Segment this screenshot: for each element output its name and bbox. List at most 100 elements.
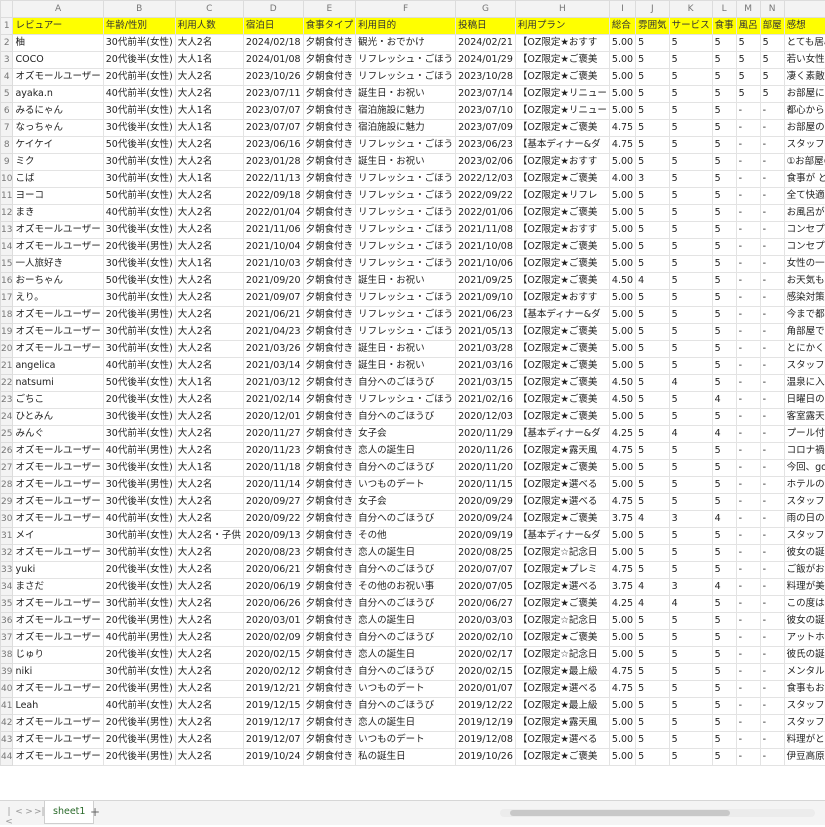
table-cell[interactable]: オズモールユーザー: [13, 494, 103, 511]
table-cell[interactable]: -: [736, 630, 760, 647]
table-cell[interactable]: 2023/07/07: [243, 120, 303, 137]
table-cell[interactable]: ミク: [13, 154, 103, 171]
table-cell[interactable]: 大人2名: [175, 341, 243, 358]
table-cell[interactable]: -: [736, 494, 760, 511]
table-cell[interactable]: 2022/12/03: [456, 171, 516, 188]
table-cell[interactable]: 2020/02/15: [243, 647, 303, 664]
table-cell[interactable]: -: [760, 494, 784, 511]
table-cell[interactable]: COCO: [13, 52, 103, 69]
table-cell[interactable]: 自分へのごほうび: [356, 511, 456, 528]
table-cell[interactable]: -: [736, 698, 760, 715]
table-cell[interactable]: 5: [636, 52, 670, 69]
table-cell[interactable]: 4.75: [609, 137, 635, 154]
table-cell[interactable]: とても居心地のよいホテルでした。料理が美味しすぎ: [784, 35, 825, 52]
table-cell[interactable]: ご飯がおいしく、のんびりと良い時間を過ごせました: [784, 562, 825, 579]
table-cell[interactable]: 夕朝食付き: [303, 749, 356, 766]
table-cell[interactable]: 5: [636, 426, 670, 443]
table-cell[interactable]: 5: [636, 664, 670, 681]
table-cell[interactable]: 大人2名: [175, 324, 243, 341]
table-cell[interactable]: 【OZ限定★ご褒美: [515, 205, 609, 222]
table-cell[interactable]: 全て快適でした。食事も大変おいしくて、女性二人で: [784, 188, 825, 205]
table-cell[interactable]: 2020/11/18: [243, 460, 303, 477]
table-cell[interactable]: まき: [13, 205, 103, 222]
table-cell[interactable]: 自分へのごほうび: [356, 562, 456, 579]
column-header[interactable]: K: [669, 1, 712, 18]
table-cell[interactable]: 自分へのごほうび: [356, 409, 456, 426]
table-cell[interactable]: 自分へのごほうび: [356, 630, 456, 647]
row-number[interactable]: 31: [1, 528, 13, 545]
table-cell[interactable]: -: [760, 579, 784, 596]
column-header[interactable]: J: [636, 1, 670, 18]
table-cell[interactable]: 温泉に入りたくて、宿泊しました。お部屋のベランダ: [784, 375, 825, 392]
row-number[interactable]: 6: [1, 103, 13, 120]
table-cell[interactable]: 2020/02/15: [456, 664, 516, 681]
table-cell[interactable]: 30代前半(女性): [103, 324, 175, 341]
table-cell[interactable]: 【OZ限定★選べる: [515, 681, 609, 698]
table-cell[interactable]: 女子会: [356, 494, 456, 511]
table-cell[interactable]: 2021/10/08: [456, 239, 516, 256]
table-cell[interactable]: -: [736, 732, 760, 749]
table-cell[interactable]: 5: [669, 732, 712, 749]
table-cell[interactable]: リフレッシュ・ごほう: [356, 307, 456, 324]
table-cell[interactable]: 2019/12/21: [243, 681, 303, 698]
table-cell[interactable]: 【OZ限定★プレミ: [515, 562, 609, 579]
table-cell[interactable]: 2020/03/03: [456, 613, 516, 630]
table-cell[interactable]: 4: [669, 375, 712, 392]
table-cell[interactable]: 5.00: [609, 205, 635, 222]
table-cell[interactable]: 伊豆高原には年に数回行くのですが、こんな素敵な宿: [784, 749, 825, 766]
table-cell[interactable]: 夕朝食付き: [303, 511, 356, 528]
table-cell[interactable]: 大人2名: [175, 579, 243, 596]
table-cell[interactable]: -: [736, 120, 760, 137]
header-cell[interactable]: 食事: [712, 18, 736, 35]
table-cell[interactable]: 大人2名: [175, 545, 243, 562]
table-cell[interactable]: 夕朝食付き: [303, 732, 356, 749]
column-header[interactable]: N: [760, 1, 784, 18]
table-cell[interactable]: 5: [669, 290, 712, 307]
table-cell[interactable]: 5: [636, 715, 670, 732]
table-cell[interactable]: リフレッシュ・ごほう: [356, 137, 456, 154]
table-cell[interactable]: 誕生日・お祝い: [356, 86, 456, 103]
table-cell[interactable]: 30代後半(女性): [103, 460, 175, 477]
table-cell[interactable]: 日曜日の宿泊だったからか、他のお客さんに会うこと: [784, 392, 825, 409]
table-cell[interactable]: 5: [669, 613, 712, 630]
table-cell[interactable]: リフレッシュ・ごほう: [356, 171, 456, 188]
table-cell[interactable]: -: [736, 596, 760, 613]
header-cell[interactable]: 風呂: [736, 18, 760, 35]
table-cell[interactable]: 30代前半(女性): [103, 341, 175, 358]
table-cell[interactable]: 20代後半(男性): [103, 239, 175, 256]
table-cell[interactable]: 恋人の誕生日: [356, 545, 456, 562]
table-cell[interactable]: 2020/09/13: [243, 528, 303, 545]
row-number[interactable]: 3: [1, 52, 13, 69]
row-number[interactable]: 12: [1, 205, 13, 222]
table-cell[interactable]: 5: [712, 290, 736, 307]
table-cell[interactable]: オズモールユーザー: [13, 324, 103, 341]
table-cell[interactable]: 2021/03/26: [243, 341, 303, 358]
table-cell[interactable]: 5: [712, 273, 736, 290]
table-cell[interactable]: リフレッシュ・ごほう: [356, 239, 456, 256]
table-cell[interactable]: 【OZ限定★露天風: [515, 443, 609, 460]
table-cell[interactable]: スタッフの方も温かく迎えてくださいます。お部屋も: [784, 358, 825, 375]
next-sheet-button[interactable]: >: [24, 807, 34, 817]
table-cell[interactable]: オズモールユーザー: [13, 715, 103, 732]
table-cell[interactable]: なっちゃん: [13, 120, 103, 137]
table-cell[interactable]: 2020/09/19: [456, 528, 516, 545]
table-cell[interactable]: 5: [669, 52, 712, 69]
header-cell[interactable]: 宿泊日: [243, 18, 303, 35]
table-cell[interactable]: 4: [636, 579, 670, 596]
table-cell[interactable]: 5: [636, 35, 670, 52]
table-cell[interactable]: 大人2名: [175, 732, 243, 749]
table-cell[interactable]: 2020/12/01: [243, 409, 303, 426]
table-cell[interactable]: 5.00: [609, 239, 635, 256]
table-cell[interactable]: 女性の一人旅でした。まず、スタッフの方がとても丁: [784, 256, 825, 273]
row-number[interactable]: 14: [1, 239, 13, 256]
table-cell[interactable]: 5: [712, 494, 736, 511]
table-cell[interactable]: -: [736, 562, 760, 579]
table-cell[interactable]: 彼女の誕生日に利用させて頂きました。お部屋の雰囲: [784, 545, 825, 562]
header-cell[interactable]: 感想: [784, 18, 825, 35]
table-cell[interactable]: プール付きのお部屋で食事を部屋食にして頂きとても: [784, 426, 825, 443]
table-cell[interactable]: 2023/07/14: [456, 86, 516, 103]
row-number[interactable]: 27: [1, 460, 13, 477]
table-cell[interactable]: 夕朝食付き: [303, 290, 356, 307]
row-number[interactable]: 8: [1, 137, 13, 154]
table-cell[interactable]: -: [760, 392, 784, 409]
